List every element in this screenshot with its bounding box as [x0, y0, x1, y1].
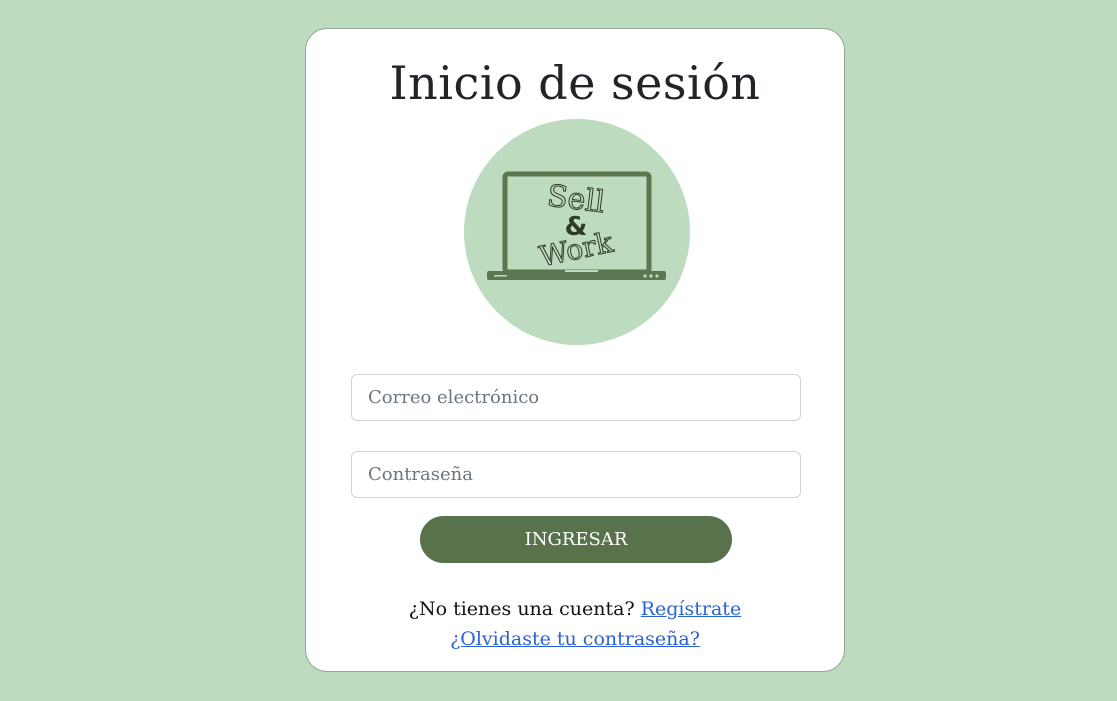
register-row: ¿No tienes una cuenta? Regístrate: [306, 594, 844, 624]
login-card: Inicio de sesión Sell & Work INGRESAR ¿N…: [305, 28, 845, 672]
laptop-base-icon: [487, 271, 666, 280]
login-button[interactable]: INGRESAR: [420, 516, 732, 563]
email-field[interactable]: [351, 374, 801, 421]
auth-links: ¿No tienes una cuenta? Regístrate ¿Olvid…: [306, 594, 844, 654]
forgot-password-link[interactable]: ¿Olvidaste tu contraseña?: [450, 628, 700, 650]
page-title: Inicio de sesión: [389, 56, 761, 110]
password-field[interactable]: [351, 451, 801, 498]
register-link[interactable]: Regístrate: [641, 598, 741, 620]
forgot-row: ¿Olvidaste tu contraseña?: [306, 624, 844, 654]
sell-and-work-logo: Sell & Work: [464, 119, 690, 345]
no-account-text: ¿No tienes una cuenta?: [408, 598, 635, 620]
